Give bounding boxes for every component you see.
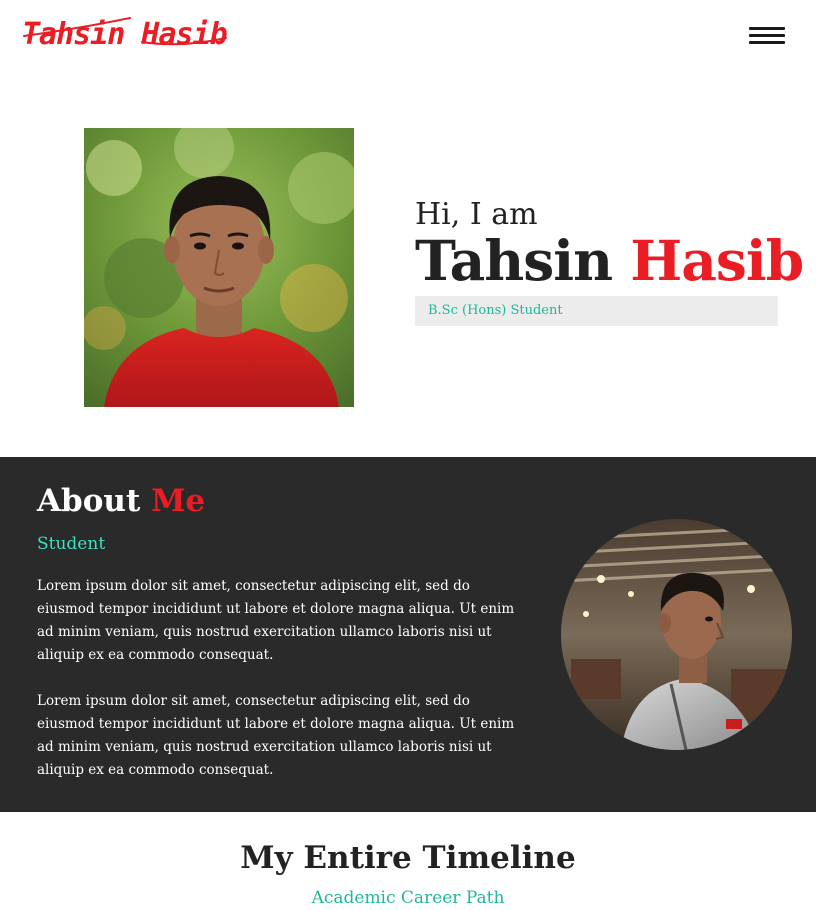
profile-photo [84, 128, 354, 407]
hero-name: Tahsin Hasib [415, 232, 804, 290]
about-paragraph: Lorem ipsum dolor sit amet, consectetur … [37, 693, 515, 778]
timeline-title: My Entire Timeline [240, 840, 576, 876]
logo-text: Tahsin Hasib [22, 17, 228, 52]
hero-section: Hi, I am Tahsin Hasib B.Sc (Hons) Studen… [0, 80, 816, 457]
role-badge: B.Sc (Hons) Student [415, 296, 778, 326]
logo-graphic: Tahsin Hasib [22, 17, 229, 52]
menu-bar [749, 41, 785, 44]
about-section: About Me Student Lorem ipsum dolor sit a… [0, 457, 816, 812]
hamburger-menu-icon[interactable] [747, 26, 787, 48]
greeting-text: Hi, I am [415, 197, 538, 232]
about-subtitle: Student [37, 534, 106, 554]
menu-bar [749, 34, 785, 37]
about-paragraph: Lorem ipsum dolor sit amet, consectetur … [37, 578, 515, 663]
about-title-main: About [37, 483, 141, 519]
about-photo [561, 519, 792, 750]
timeline-section: My Entire Timeline Academic Career Path [0, 812, 816, 910]
site-header: Tahsin Hasib [0, 0, 816, 80]
about-title: About Me [37, 481, 205, 521]
hero-intro: Hi, I am Tahsin Hasib B.Sc (Hons) Studen… [415, 197, 804, 326]
site-logo[interactable]: Tahsin Hasib [22, 14, 232, 56]
hero-last-name: Hasib [630, 228, 804, 293]
about-title-accent: Me [151, 483, 206, 519]
menu-bar [749, 27, 785, 30]
hero-first-name: Tahsin [415, 228, 613, 293]
timeline-subtitle: Academic Career Path [311, 888, 505, 908]
